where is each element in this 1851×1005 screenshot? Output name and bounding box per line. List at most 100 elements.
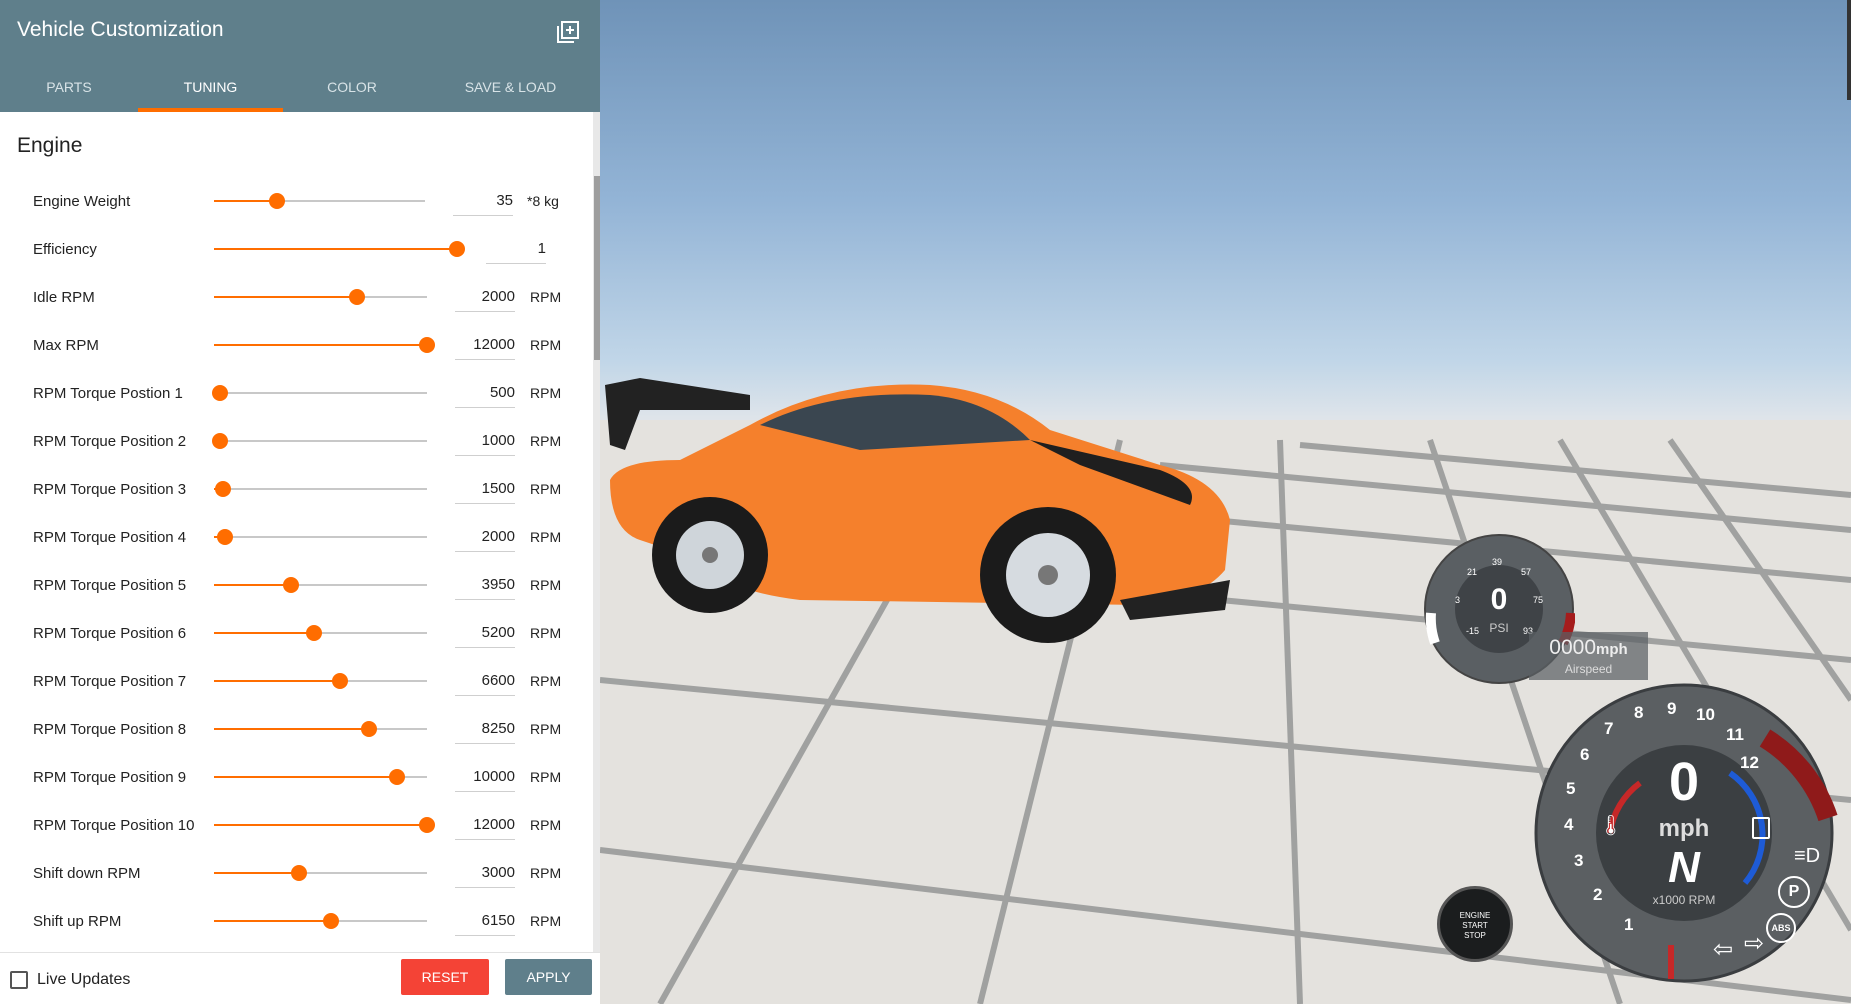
setting-label: RPM Torque Position 7 [33, 673, 187, 690]
setting-value-input[interactable]: 6150 [455, 905, 515, 936]
slider-thumb[interactable] [214, 481, 231, 497]
slider-thumb[interactable] [419, 337, 435, 353]
setting-row: RPM Torque Position 10 12000 RPM [0, 805, 590, 845]
slider-thumb[interactable] [291, 865, 308, 881]
rpm-tick: 6 [1580, 745, 1590, 764]
setting-label: RPM Torque Position 9 [33, 769, 187, 786]
slider-thumb[interactable] [361, 721, 378, 737]
setting-value-input[interactable]: 3000 [455, 857, 515, 888]
setting-value-input[interactable]: 2000 [455, 281, 515, 312]
setting-value-input[interactable]: 8250 [455, 713, 515, 744]
setting-value-input[interactable]: 12000 [455, 329, 515, 360]
setting-row: RPM Torque Postion 1 500 RPM [0, 373, 590, 413]
slider-thumb[interactable] [306, 625, 323, 641]
slider-fill [214, 680, 340, 682]
slider-thumb[interactable] [331, 673, 348, 689]
slider-thumb[interactable] [212, 433, 229, 449]
setting-label: Idle RPM [33, 289, 95, 306]
boost-tick: 75 [1533, 595, 1544, 605]
setting-value-input[interactable]: 10000 [455, 761, 515, 792]
slider-thumb[interactable] [282, 577, 299, 593]
slider-track[interactable] [214, 488, 427, 490]
setting-row: Shift down RPM 3000 RPM [0, 853, 590, 893]
slider-thumb[interactable] [389, 769, 406, 785]
setting-label: Engine Weight [33, 193, 131, 210]
tab-parts[interactable]: PARTS [0, 79, 138, 112]
boost-value: 0 [1490, 583, 1508, 616]
airspeed-label: Airspeed [1564, 662, 1613, 676]
setting-row: Idle RPM 2000 RPM [0, 277, 590, 317]
tab-tuning-label: TUNING [183, 79, 238, 95]
vehicle-viewport[interactable]: 0 PSI -15 3 21 39 57 75 93 0 mph N x1000… [600, 0, 1851, 1004]
engine-button-line2: START [1462, 921, 1488, 930]
slider-thumb[interactable] [419, 817, 435, 833]
setting-label: Efficiency [33, 241, 97, 258]
slider-thumb[interactable] [449, 241, 465, 257]
engine-button-line1: ENGINE [1459, 911, 1491, 920]
setting-label: RPM Torque Position 6 [33, 625, 187, 642]
slider-fill [214, 200, 278, 202]
rpm-tick: 11 [1726, 725, 1744, 744]
rpm-tick: 4 [1564, 815, 1574, 834]
slider-track[interactable] [214, 536, 427, 538]
slider-fill [214, 296, 357, 298]
slider-fill [214, 248, 457, 250]
setting-value-input[interactable]: 1 [486, 233, 546, 264]
reset-button[interactable]: RESET [401, 959, 489, 995]
setting-unit: RPM [530, 673, 562, 689]
slider-thumb[interactable] [212, 385, 229, 401]
setting-label: RPM Torque Postion 1 [33, 385, 183, 402]
airspeed-unit: mph [1596, 641, 1628, 658]
tab-save-load[interactable]: SAVE & LOAD [421, 79, 600, 112]
panel-title: Vehicle Customization [17, 18, 224, 41]
abs-icon[interactable]: ABS [1766, 913, 1796, 943]
setting-value-input[interactable]: 3950 [455, 569, 515, 600]
slider-track[interactable] [214, 440, 427, 442]
setting-row: Shift up RPM 6150 RPM [0, 901, 590, 941]
vehicle-customization-panel: Vehicle Customization PARTS TUNING COLOR… [0, 0, 600, 1005]
panel-scrollbar-thumb[interactable] [594, 176, 600, 360]
slider-fill [214, 584, 291, 586]
setting-label: RPM Torque Position 5 [33, 577, 187, 594]
slider-thumb[interactable] [323, 913, 340, 929]
slider-fill [214, 728, 370, 730]
setting-value-input[interactable]: 35 [453, 185, 513, 216]
slider-thumb[interactable] [348, 289, 365, 305]
panel-header: Vehicle Customization PARTS TUNING COLOR… [0, 0, 600, 112]
setting-value-input[interactable]: 6600 [455, 665, 515, 696]
add-window-icon[interactable] [556, 20, 580, 44]
tab-color[interactable]: COLOR [283, 79, 421, 112]
setting-value-input[interactable]: 5200 [455, 617, 515, 648]
slider-track[interactable] [214, 392, 427, 394]
temperature-icon: 🌡 [1598, 815, 1624, 837]
slider-thumb[interactable] [269, 193, 286, 209]
engine-start-stop-button[interactable]: ENGINE START STOP [1437, 886, 1513, 962]
tab-color-label: COLOR [327, 79, 377, 95]
reset-button-label: RESET [421, 969, 469, 985]
live-updates-checkbox[interactable] [10, 971, 28, 989]
setting-value-input[interactable]: 12000 [455, 809, 515, 840]
viewport-scrollbar[interactable] [1847, 0, 1851, 100]
turn-right-icon: ⇨ [1744, 930, 1765, 957]
setting-unit: RPM [530, 289, 562, 305]
setting-value-input[interactable]: 500 [455, 377, 515, 408]
setting-value-input[interactable]: 1000 [455, 425, 515, 456]
setting-row: RPM Torque Position 9 10000 RPM [0, 757, 590, 797]
apply-button[interactable]: APPLY [505, 959, 592, 995]
setting-label: RPM Torque Position 4 [33, 529, 187, 546]
slider-fill [214, 872, 300, 874]
parking-brake-icon[interactable]: P [1778, 876, 1810, 908]
headlight-icon: ≡D [1794, 845, 1821, 867]
setting-unit: RPM [530, 481, 562, 497]
slider-thumb[interactable] [216, 529, 233, 545]
parking-label: P [1788, 883, 1800, 900]
active-tab-indicator [138, 108, 283, 112]
rpm-tick: 7 [1604, 719, 1614, 738]
slider-fill [214, 776, 398, 778]
setting-row: RPM Torque Position 4 2000 RPM [0, 517, 590, 557]
setting-unit: RPM [530, 625, 562, 641]
setting-value-input[interactable]: 1500 [455, 473, 515, 504]
setting-value-input[interactable]: 2000 [455, 521, 515, 552]
airspeed-value: 0000 [1549, 636, 1597, 659]
car-model[interactable] [600, 370, 1360, 670]
